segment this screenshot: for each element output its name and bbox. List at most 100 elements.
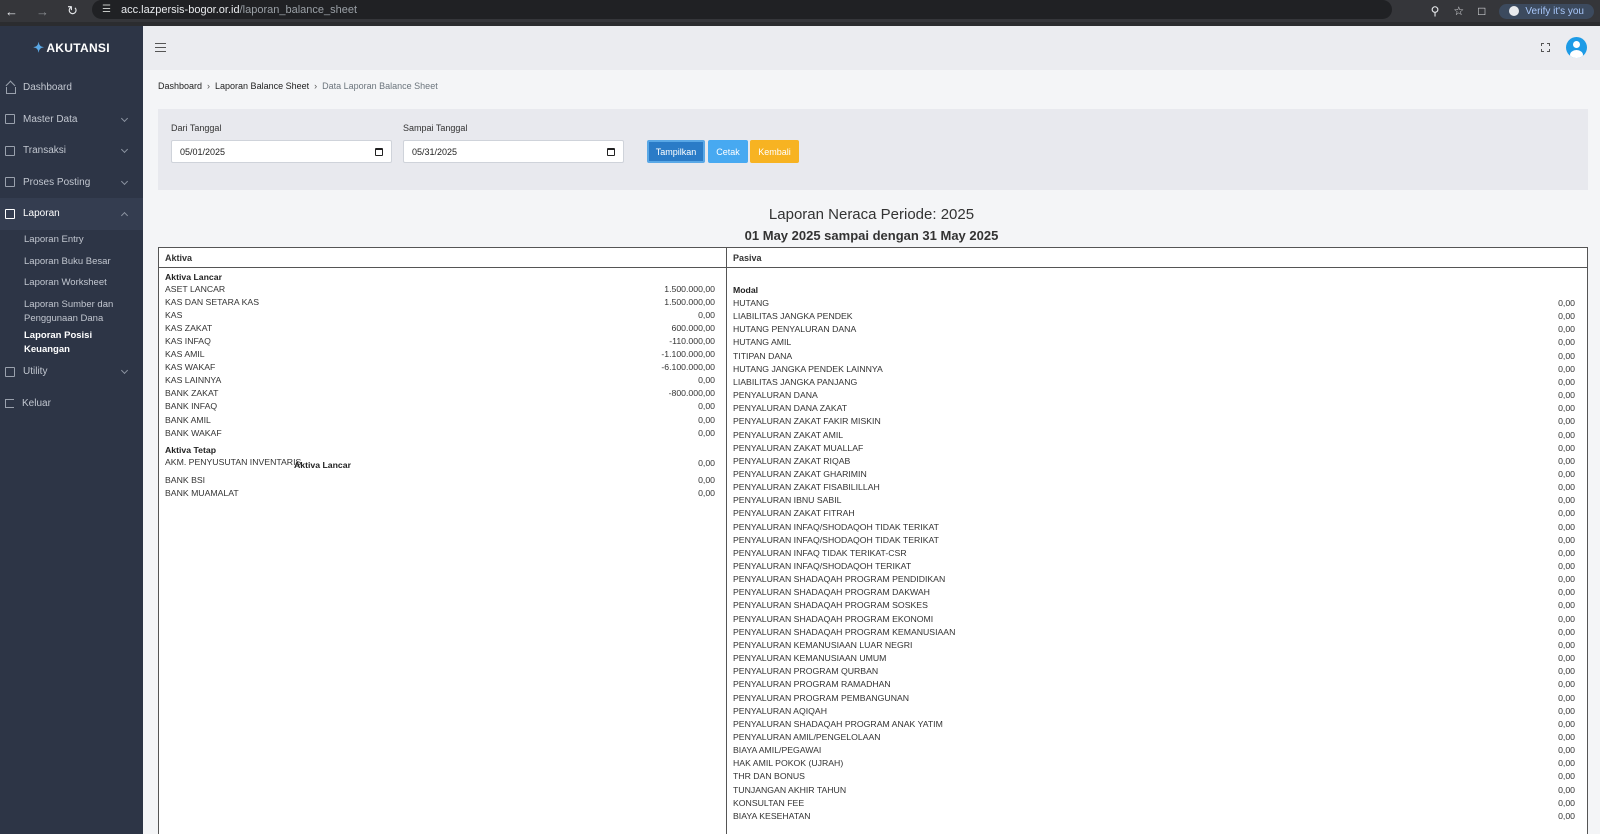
table-row: PENYALURAN KEMANUSIAAN UMUM 0,00 bbox=[727, 653, 1581, 666]
address-bar[interactable]: ☰ acc.lazpersis-bogor.or.id/laporan_bala… bbox=[92, 0, 1392, 19]
account-value: 0,00 bbox=[1558, 810, 1575, 821]
zoom-icon[interactable]: ⚲ bbox=[1431, 4, 1440, 18]
account-value: 0,00 bbox=[1558, 771, 1575, 782]
site-settings-icon[interactable]: ☰ bbox=[102, 4, 111, 15]
account-name: LIABILITAS JANGKA PANJANG bbox=[733, 376, 858, 387]
table-row: HUTANG PENYALURAN DANA 0,00 bbox=[727, 324, 1581, 337]
back-button[interactable]: Kembali bbox=[750, 140, 799, 163]
sidebar-item-utility[interactable]: Utility bbox=[0, 356, 143, 388]
account-name: PENYALURAN INFAQ/SHODAQOH TIDAK TERIKAT bbox=[733, 534, 939, 545]
table-row: PENYALURAN SHADAQAH PROGRAM ANAK YATIM 0,… bbox=[727, 719, 1581, 732]
calendar-icon[interactable] bbox=[375, 147, 383, 156]
brand[interactable]: ✦ AKUTANSI bbox=[0, 26, 143, 70]
table-row: HUTANG 0,00 bbox=[727, 298, 1581, 311]
sidebar: ✦ AKUTANSI Dashboard Master Data Transak… bbox=[0, 26, 143, 834]
account-name: PENYALURAN INFAQ TIDAK TERIKAT-CSR bbox=[733, 547, 907, 558]
breadcrumb: Dashboard › Laporan Balance Sheet › Data… bbox=[158, 81, 438, 91]
table-row: BANK MUAMALAT 0,00 bbox=[159, 488, 721, 501]
from-date-input[interactable]: 05/01/2025 bbox=[171, 140, 392, 163]
account-name: KAS INFAQ bbox=[165, 335, 211, 346]
account-value: 0,00 bbox=[1558, 587, 1575, 598]
aktiva-column: Aktiva Lancar ASET LANCAR 1.500.000,00 KAS … bbox=[159, 268, 727, 834]
account-name: KONSULTAN FEE bbox=[733, 797, 805, 808]
account-value: 0,00 bbox=[1558, 745, 1575, 756]
account-name: PENYALURAN INFAQ/SHODAQOH TERIKAT bbox=[733, 561, 912, 571]
sidebar-subitem-laporan-worksheet[interactable]: Laporan Worksheet bbox=[0, 273, 143, 295]
account-name: BANK MUAMALAT bbox=[165, 487, 239, 498]
account-value: 0,00 bbox=[1558, 534, 1575, 545]
table-row: PENYALURAN ZAKAT GHARIMIN 0,00 bbox=[727, 469, 1581, 482]
sidebar-item-label: Proses Posting bbox=[23, 176, 91, 188]
sidebar-item-laporan[interactable]: Laporan bbox=[0, 198, 143, 230]
account-name: LIABILITAS JANGKA PENDEK bbox=[733, 311, 853, 322]
account-value: 0,00 bbox=[1558, 666, 1575, 677]
sidebar-subitem-laporan-entry[interactable]: Laporan Entry bbox=[0, 230, 143, 252]
user-avatar-icon[interactable] bbox=[1566, 37, 1587, 58]
sidebar-item-dashboard[interactable]: Dashboard bbox=[0, 72, 143, 104]
back-arrow-icon[interactable]: ← bbox=[5, 4, 18, 19]
account-name: BIAYA KESEHATAN bbox=[733, 810, 811, 821]
account-name: BANK ZAKAT bbox=[165, 388, 219, 399]
account-value: 0,00 bbox=[698, 375, 715, 386]
forward-arrow-icon[interactable]: → bbox=[36, 4, 49, 19]
laporan-submenu: Laporan Entry Laporan Buku Besar Laporan… bbox=[0, 230, 143, 357]
to-date-input[interactable]: 05/31/2025 bbox=[403, 140, 624, 163]
account-value: 0,00 bbox=[1558, 337, 1575, 348]
account-name: HUTANG bbox=[733, 298, 770, 308]
sidebar-item-label: Dashboard bbox=[23, 82, 72, 94]
verify-button[interactable]: Verify it's you bbox=[1499, 3, 1594, 19]
account-name: PENYALURAN ZAKAT FISABILILLAH bbox=[733, 482, 880, 493]
account-name: HAK AMIL POKOK (UJRAH) bbox=[733, 758, 844, 769]
account-value: 0,00 bbox=[698, 309, 715, 320]
sidebar-subitem-laporan-posisi-keuangan[interactable]: Laporan Posisi Keuangan bbox=[0, 330, 143, 356]
table-row: PENYALURAN ZAKAT FITRAH 0,00 bbox=[727, 508, 1581, 521]
account-name: PENYALURAN SHADAQAH PROGRAM ANAK YATIM bbox=[733, 718, 943, 729]
home-icon bbox=[5, 83, 16, 94]
breadcrumb-dashboard[interactable]: Dashboard bbox=[158, 81, 202, 91]
sidebar-item-proses-posting[interactable]: Proses Posting bbox=[0, 167, 143, 199]
table-row: KONSULTAN FEE 0,00 bbox=[727, 798, 1581, 811]
menu-toggle-icon[interactable] bbox=[155, 43, 166, 52]
table-row: BANK WAKAF 0,00 bbox=[159, 428, 721, 441]
show-button[interactable]: Tampilkan bbox=[647, 140, 705, 163]
table-row: PENYALURAN DANA ZAKAT 0,00 bbox=[727, 403, 1581, 416]
account-name: PENYALURAN ZAKAT FAKIR MISKIN bbox=[733, 416, 881, 427]
from-date-field: Dari Tanggal 05/01/2025 bbox=[171, 123, 392, 163]
sidebar-item-transaksi[interactable]: Transaksi bbox=[0, 135, 143, 167]
account-value: 0,00 bbox=[1558, 324, 1575, 335]
account-name: PENYALURAN ZAKAT AMIL bbox=[733, 429, 844, 440]
account-name: HUTANG AMIL bbox=[733, 337, 792, 348]
account-value: 0,00 bbox=[698, 414, 715, 425]
account-name: BIAYA AMIL/PEGAWAI bbox=[733, 745, 822, 756]
table-row: PENYALURAN PROGRAM PEMBANGUNAN 0,00 bbox=[727, 693, 1581, 706]
account-value: 0,00 bbox=[1558, 376, 1575, 387]
reload-icon[interactable]: ↻ bbox=[67, 3, 78, 19]
account-value: 0,00 bbox=[1558, 416, 1575, 427]
chevron-right-icon: › bbox=[207, 81, 211, 91]
account-value: 0,00 bbox=[1558, 639, 1575, 650]
account-name: KAS bbox=[165, 309, 183, 320]
account-name: PENYALURAN SHADAQAH PROGRAM DAKWAH bbox=[733, 587, 930, 598]
account-value: 0,00 bbox=[1558, 298, 1575, 308]
account-name: PENYALURAN SHADAQAH PROGRAM SOSKES bbox=[733, 600, 928, 611]
account-value: -6.100.000,00 bbox=[661, 362, 715, 373]
print-button[interactable]: Cetak bbox=[708, 140, 748, 163]
table-row: HUTANG AMIL 0,00 bbox=[727, 337, 1581, 350]
breadcrumb-balance-sheet[interactable]: Laporan Balance Sheet bbox=[215, 81, 309, 91]
account-name: TITIPAN DANA bbox=[733, 350, 793, 361]
chevron-right-icon: › bbox=[314, 81, 318, 91]
account-name: PENYALURAN PROGRAM RAMADHAN bbox=[733, 679, 891, 690]
table-row: PENYALURAN ZAKAT MUALLAF 0,00 bbox=[727, 443, 1581, 456]
sidebar-subitem-laporan-buku-besar[interactable]: Laporan Buku Besar bbox=[0, 251, 143, 273]
extensions-icon[interactable]: □ bbox=[1478, 4, 1485, 18]
fullscreen-icon[interactable] bbox=[1541, 43, 1550, 52]
sidebar-menu: Dashboard Master Data Transaksi Proses P… bbox=[0, 72, 143, 419]
sidebar-subitem-laporan-sumber-dana[interactable]: Laporan Sumber dan Penggunaan Dana bbox=[0, 294, 143, 330]
sidebar-item-keluar[interactable]: Keluar bbox=[0, 388, 143, 420]
account-value: 0,00 bbox=[1558, 521, 1575, 532]
calendar-icon[interactable] bbox=[607, 147, 615, 156]
account-name: PENYALURAN INFAQ/SHODAQOH TIDAK TERIKAT bbox=[733, 521, 939, 532]
bookmark-star-icon[interactable]: ☆ bbox=[1453, 4, 1464, 18]
account-name: PENYALURAN ZAKAT MUALLAF bbox=[733, 442, 864, 453]
sidebar-item-master-data[interactable]: Master Data bbox=[0, 104, 143, 136]
